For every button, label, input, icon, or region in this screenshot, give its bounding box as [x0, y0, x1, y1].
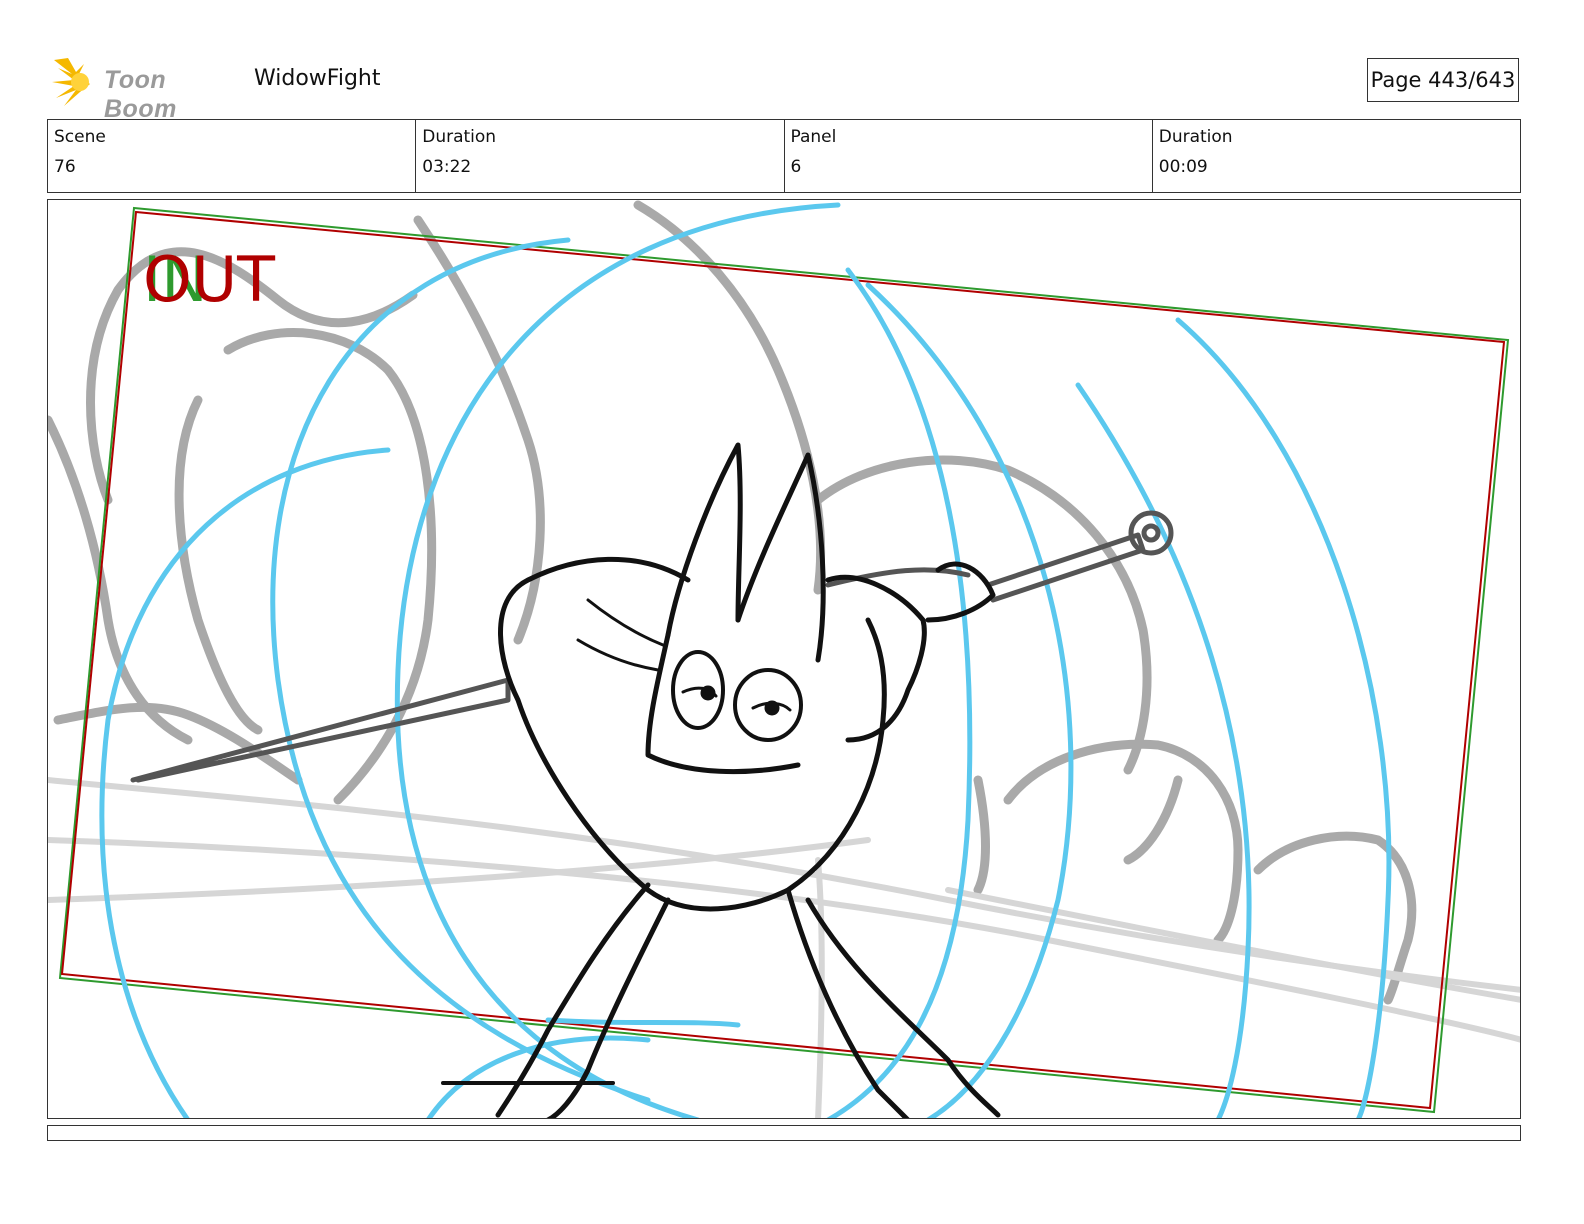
- out-marker: OUT: [143, 243, 276, 316]
- project-title: WidowFight: [254, 66, 381, 91]
- panel-duration-label: Duration: [1158, 127, 1233, 147]
- sword-sketch: [130, 510, 1174, 783]
- in-out-marker: IN OUT: [143, 240, 343, 320]
- scene-cell: Scene 76: [48, 120, 417, 192]
- panel-caption-box: [47, 1125, 1521, 1141]
- background-rocks-sketch: [48, 200, 1417, 1005]
- page-indicator: Page 443/643: [1367, 58, 1519, 102]
- scene-duration-value: 03:22: [422, 157, 472, 177]
- panel-duration-cell: Duration 00:09: [1153, 120, 1520, 192]
- panel-cell: Panel 6: [785, 120, 1153, 192]
- starburst-icon: [52, 58, 90, 106]
- storyboard-panel: IN OUT: [47, 199, 1521, 1119]
- panel-duration-value: 00:09: [1158, 157, 1208, 177]
- scene-value: 76: [54, 157, 76, 177]
- scene-duration-cell: Duration 03:22: [416, 120, 785, 192]
- panel-label: Panel: [790, 127, 837, 147]
- panel-sketch: [48, 200, 1520, 1118]
- character-sketch: [441, 442, 1001, 1118]
- scene-info-table: Scene 76 Duration 03:22 Panel 6 Duration…: [47, 119, 1521, 193]
- motion-lines: [99, 202, 1392, 1118]
- logo-text: Toon Boom: [104, 66, 177, 123]
- scene-label: Scene: [54, 127, 106, 147]
- panel-value: 6: [790, 157, 802, 177]
- scene-duration-label: Duration: [422, 127, 497, 147]
- toon-boom-logo: Toon Boom: [50, 54, 240, 123]
- ground-lines-sketch: [48, 777, 1520, 1118]
